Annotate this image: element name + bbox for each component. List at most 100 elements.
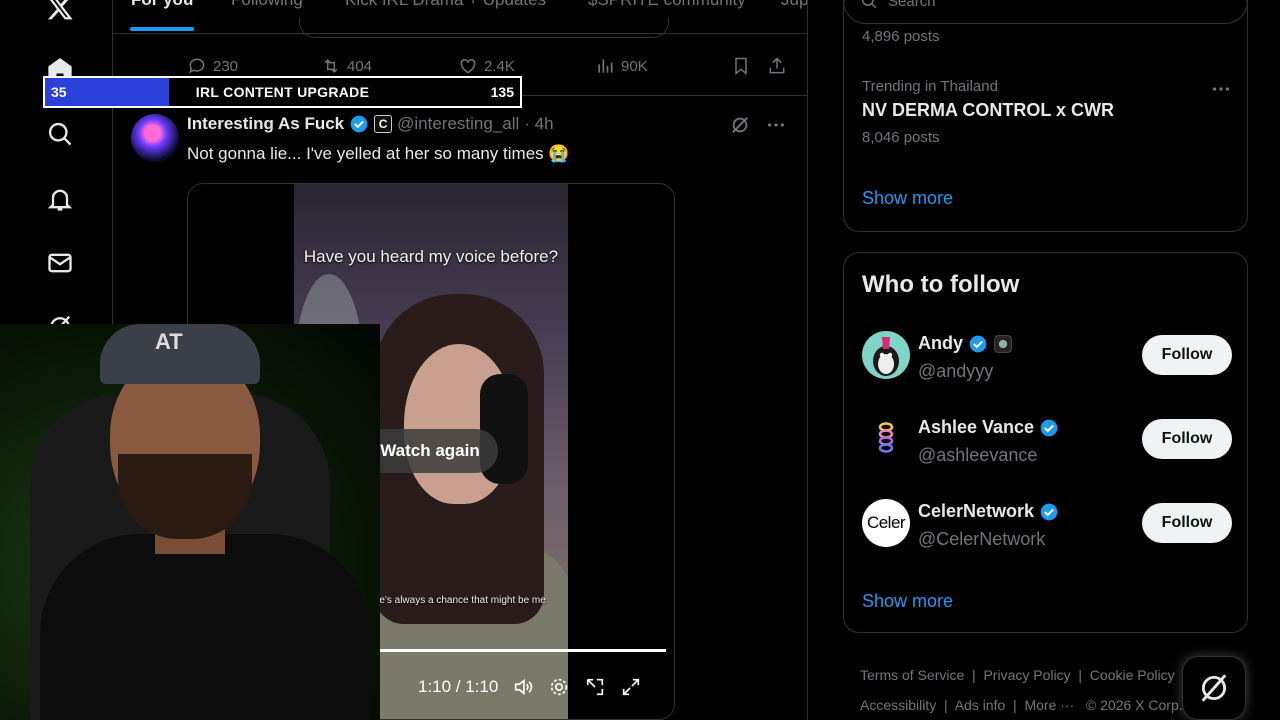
follow-name-row: Ashlee Vance [918,417,1059,438]
follow-handle: @andyyy [918,361,994,381]
messages-mail-icon[interactable] [44,247,76,279]
footer-privacy[interactable]: Privacy Policy [983,667,1070,683]
footer-more[interactable]: More ··· [1024,697,1074,713]
previous-media-card [299,18,669,38]
grok-floating-button[interactable] [1182,656,1246,720]
post-time[interactable]: · 4h [524,114,553,134]
trend-title: NV DERMA CONTROL x CWR [862,100,1114,120]
search-placeholder: Search [888,0,936,10]
right-sidebar: 4,896 posts Trending in Thailand NV DERM… [808,0,1280,720]
verified-badge-icon [350,115,368,133]
video-progress-bar[interactable] [380,649,666,652]
author-handle[interactable]: @interesting_all [397,114,519,134]
settings-gear-icon[interactable] [548,676,570,698]
tab-sprite-community[interactable]: $SPRITE community [588,0,746,10]
follow-show-more[interactable]: Show more [862,591,953,612]
follow-suggestion[interactable]: Ashlee Vance @ashleevance Follow [862,415,1232,469]
picture-in-picture-icon[interactable] [584,676,606,698]
active-tab-indicator [130,27,194,31]
celer-network-avatar[interactable]: Celer [862,499,910,547]
search-icon[interactable] [44,118,76,150]
views-chart-icon [598,59,613,73]
footer-accessibility[interactable]: Accessibility [860,697,936,713]
verified-badge-icon [1040,419,1058,436]
like-count: 2.4K [484,57,515,75]
repost-icon [324,59,338,73]
who-to-follow-panel: Who to follow Andy @andyyy Follow Ashlee… [843,252,1248,633]
follow-name-row: CelerNetwork [918,501,1059,522]
search-field[interactable]: Search [843,0,1248,24]
follow-name[interactable]: CelerNetwork [918,501,1034,522]
follow-button[interactable]: Follow [1142,503,1232,543]
who-to-follow-title: Who to follow [862,271,1020,298]
tab-jup[interactable]: Jup [781,0,807,10]
more-options-icon[interactable] [765,114,787,136]
repost-count: 404 [347,57,373,75]
trend-prev-count: 4,896 posts [862,28,940,45]
grok-icon [1201,674,1227,702]
follow-suggestion[interactable]: Andy @andyyy Follow [862,331,1232,385]
view-count: 90K [621,57,648,75]
reply-count: 230 [213,57,239,75]
trend-location: Trending in Thailand [862,78,998,95]
video-controls: 1:10 / 1:10 [418,676,642,698]
video-time: 1:10 / 1:10 [418,677,499,696]
streamer-webcam: AT [0,324,380,720]
goal-title: IRL CONTENT UPGRADE [195,84,370,100]
volume-icon[interactable] [512,676,534,698]
follow-suggestion[interactable]: Celer CelerNetwork @CelerNetwork Follow [862,499,1232,553]
post-header: Interesting As Fuck C @interesting_all ·… [187,114,554,134]
grok-explain-icon[interactable] [729,114,751,136]
share-button[interactable] [767,56,787,76]
repost-button[interactable]: 404 [321,56,372,76]
trends-panel: 4,896 posts Trending in Thailand NV DERM… [843,0,1248,232]
celer-avatar-text: Celer [866,513,906,532]
bookmark-icon [735,57,747,76]
follow-handle: @CelerNetwork [918,529,1046,549]
andy-avatar[interactable] [862,331,910,379]
cap-logo: AT [155,329,183,354]
video-overlay-text: Have you heard my voice before? [303,247,559,266]
notifications-bell-icon[interactable] [44,183,76,215]
author-avatar[interactable] [131,114,179,162]
affiliate-badge: C [374,115,393,133]
fullscreen-icon[interactable] [620,676,642,698]
watch-again-button[interactable]: Watch again [362,429,498,473]
views-button[interactable]: 90K [595,56,648,76]
search-icon [861,0,877,9]
follow-name-row: Andy [918,333,1013,354]
post-text: Not gonna lie... I've yelled at her so m… [187,144,570,163]
heart-icon [460,58,476,74]
ashlee-vance-avatar[interactable] [862,415,910,463]
footer-copyright: © 2026 X Corp. [1085,697,1183,713]
affiliate-badge-icon [994,334,1012,353]
follow-name[interactable]: Andy [918,333,963,354]
follow-handle: @ashleevance [918,445,1038,465]
footer-terms[interactable]: Terms of Service [860,667,964,683]
reply-icon [189,58,205,74]
bookmark-button[interactable] [731,56,751,76]
stream-goal-bar: 35 IRL CONTENT UPGRADE 135 [43,76,522,108]
trend-item[interactable]: Trending in Thailand NV DERMA CONTROL x … [862,78,1232,148]
tab-following[interactable]: Following [231,0,303,10]
verified-badge-icon [969,335,987,352]
follow-button[interactable]: Follow [1142,419,1232,459]
trend-count: 8,046 posts [862,129,940,146]
x-logo-icon[interactable] [44,0,76,24]
follow-name[interactable]: Ashlee Vance [918,417,1034,438]
goal-target: 135 [490,84,514,100]
post-header-actions [729,114,787,136]
follow-button[interactable]: Follow [1142,335,1232,375]
reply-button[interactable]: 230 [187,56,238,76]
author-name[interactable]: Interesting As Fuck [187,114,344,134]
like-button[interactable]: 2.4K [458,56,515,76]
share-icon [769,57,785,74]
trends-show-more[interactable]: Show more [862,188,953,209]
tab-kick-irl-drama[interactable]: Kick IRL Drama + Updates [345,0,546,10]
footer-ads-info[interactable]: Ads info [955,697,1006,713]
footer-links: Terms of Service | Privacy Policy | Cook… [860,667,1183,713]
trend-more-icon[interactable] [1210,78,1232,100]
tab-for-you[interactable]: For you [131,0,193,10]
footer-cookie[interactable]: Cookie Policy [1090,667,1175,683]
video-caption: there's always a chance that might be me [362,595,546,606]
